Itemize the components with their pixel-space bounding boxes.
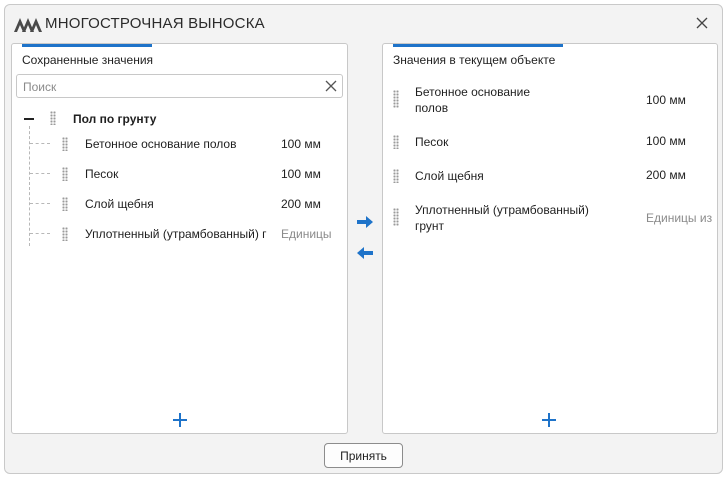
item-value: 100 мм [281, 137, 321, 151]
drag-handle-icon[interactable] [62, 197, 68, 211]
saved-values-title: Сохраненные значения [22, 53, 154, 67]
current-object-values-panel: Значения в текущем объекте Бетонное осно… [382, 43, 718, 434]
add-saved-value-button[interactable] [171, 411, 189, 429]
collapse-icon[interactable] [24, 118, 34, 120]
panel-accent-bar [393, 44, 563, 47]
clear-search-icon[interactable] [324, 79, 338, 93]
item-value: Единицы [281, 227, 332, 241]
drag-handle-icon[interactable] [393, 208, 399, 226]
multiline-callout-dialog: МНОГОСТРОЧНАЯ ВЫНОСКА Сохраненные значен… [4, 4, 723, 474]
title-bar: МНОГОСТРОЧНАЯ ВЫНОСКА [5, 5, 722, 41]
close-icon [696, 17, 708, 29]
saved-value-item[interactable]: Бетонное основание полов 100 мм [12, 132, 347, 156]
drag-handle-icon[interactable] [62, 167, 68, 181]
search-input[interactable] [23, 78, 313, 95]
item-value: 200 мм [646, 168, 686, 182]
item-label: Песок [415, 135, 449, 149]
saved-values-panel: Сохраненные значения Пол по грунту Бетон… [11, 43, 348, 434]
app-logo-icon [14, 18, 42, 32]
close-button[interactable] [692, 13, 712, 33]
current-value-item[interactable]: Уплотненный (утрамбованный) грунт Единиц… [383, 202, 717, 236]
accept-button[interactable]: Принять [324, 443, 403, 468]
add-current-value-button[interactable] [540, 411, 558, 429]
item-label: Бетонное основание полов [415, 85, 531, 115]
drag-handle-icon[interactable] [62, 227, 68, 241]
saved-value-item[interactable]: Уплотненный (утрамбованный) г Единицы [12, 222, 347, 246]
move-right-button[interactable] [356, 215, 374, 229]
item-label: Слой щебня [85, 197, 154, 211]
current-values-title: Значения в текущем объекте [393, 53, 556, 67]
item-label: Уплотненный (утрамбованный) г [85, 227, 267, 241]
panel-accent-bar [22, 44, 152, 47]
drag-handle-icon[interactable] [50, 111, 56, 125]
drag-handle-icon[interactable] [393, 90, 399, 108]
item-label: Бетонное основание полов [85, 137, 237, 151]
saved-value-item[interactable]: Песок 100 мм [12, 162, 347, 186]
item-value: 200 мм [281, 197, 321, 211]
drag-handle-icon[interactable] [393, 135, 399, 149]
plus-icon [173, 413, 187, 427]
item-value: Единицы из [646, 211, 713, 225]
tree-group-header[interactable]: Пол по грунту [12, 106, 347, 130]
saved-value-item[interactable]: Слой щебня 200 мм [12, 192, 347, 216]
current-value-item[interactable]: Слой щебня 200 мм [383, 166, 717, 190]
current-value-item[interactable]: Песок 100 мм [383, 132, 717, 156]
dialog-title: МНОГОСТРОЧНАЯ ВЫНОСКА [45, 15, 265, 32]
tree-group-label: Пол по грунту [73, 112, 157, 126]
move-left-button[interactable] [356, 246, 374, 260]
item-value: 100 мм [281, 167, 321, 181]
item-label: Слой щебня [415, 169, 484, 183]
item-value: 100 мм [646, 134, 686, 148]
current-value-item[interactable]: Бетонное основание полов 100 мм [383, 84, 717, 118]
plus-icon [542, 413, 556, 427]
item-label: Уплотненный (утрамбованный) грунт [415, 203, 589, 233]
item-label: Песок [85, 167, 119, 181]
item-value: 100 мм [646, 93, 686, 107]
drag-handle-icon[interactable] [62, 137, 68, 151]
drag-handle-icon[interactable] [393, 169, 399, 183]
search-box [16, 74, 343, 98]
